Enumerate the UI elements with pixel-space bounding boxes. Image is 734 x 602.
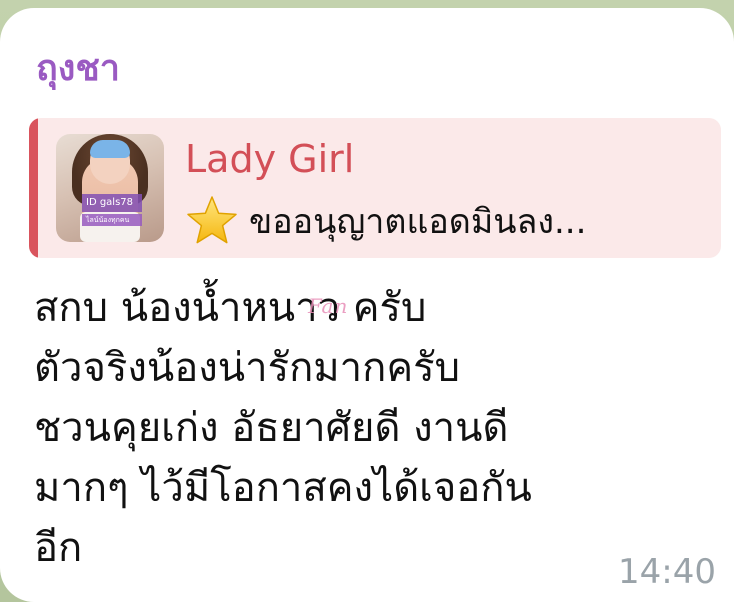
reply-quote[interactable]: ID gals78 ไลน์น้องทุกคน Lady Girl ขออนุญ… xyxy=(29,118,721,258)
message-timestamp: 14:40 xyxy=(618,552,716,592)
reply-thumbnail: ID gals78 ไลน์น้องทุกคน xyxy=(56,134,164,242)
reply-author-name: Lady Girl xyxy=(185,137,355,181)
message-line: มากๆ ไว้มีโอกาสคงได้เจอกัน xyxy=(34,465,532,511)
message-line: อีก xyxy=(34,525,83,571)
message-line: ชวนคุยเก่ง อัธยาศัยดี งานดี xyxy=(34,405,509,451)
message-text: สกบ น้องน้ำหนาว ครับ ตัวจริงน้องน่ารักมา… xyxy=(34,278,674,578)
thumbnail-sub-tag: ไลน์น้องทุกคน xyxy=(82,214,142,226)
message-bubble[interactable]: ถุงชา ID gals78 ไลน์น้องทุกคน Lady Girl xyxy=(0,8,734,602)
thumbnail-face-blur xyxy=(90,140,130,158)
reply-preview: ขออนุญาตแอดมินลง... xyxy=(185,194,586,248)
reply-accent-bar xyxy=(29,118,38,258)
sender-name[interactable]: ถุงชา xyxy=(36,44,120,94)
message-line: สกบ น้องน้ำหนาว ครับ xyxy=(34,285,427,331)
watermark: Fan xyxy=(308,294,349,318)
star-icon xyxy=(187,196,237,244)
thumbnail-id-tag: ID gals78 xyxy=(82,194,142,212)
reply-preview-text: ขออนุญาตแอดมินลง... xyxy=(249,202,587,242)
message-line: ตัวจริงน้องน่ารักมากครับ xyxy=(34,345,460,391)
